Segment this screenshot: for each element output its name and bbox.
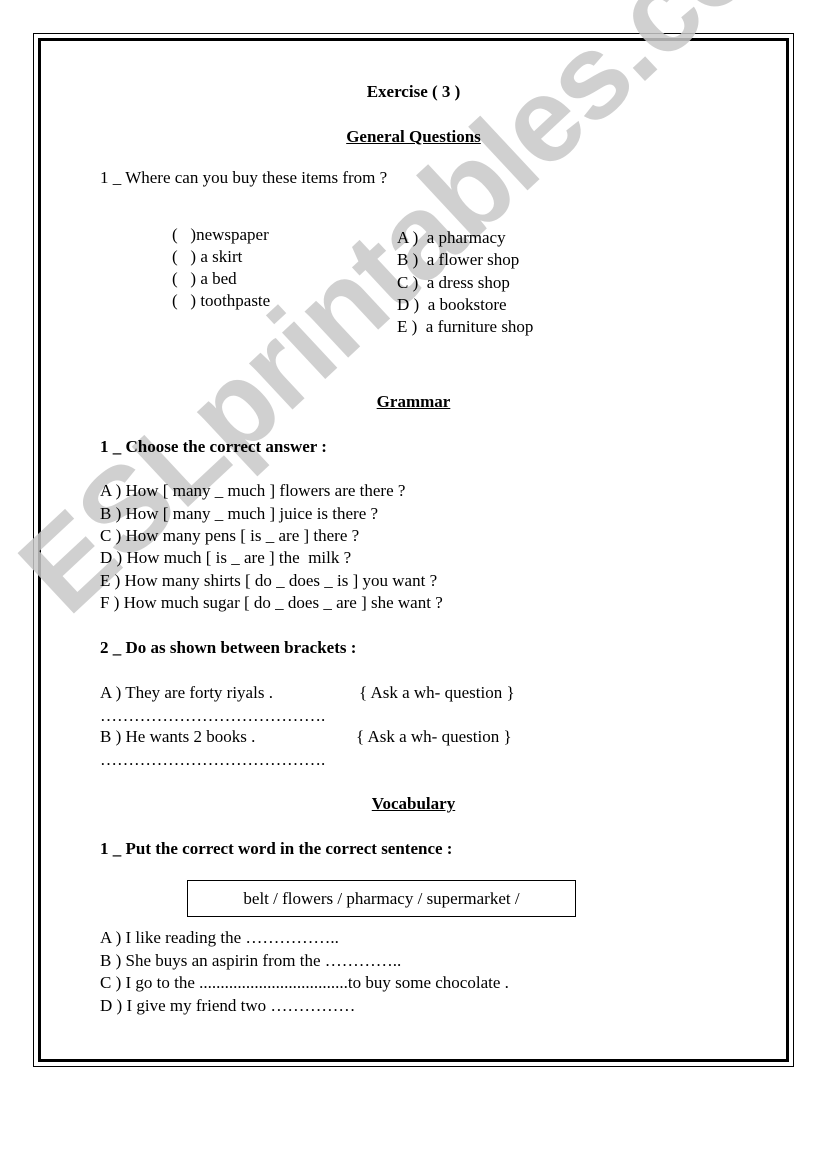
- transform-a-sentence: A ) They are forty riyals .: [100, 683, 273, 702]
- exercise-title: Exercise ( 3 ): [366, 82, 461, 101]
- item-newspaper: ( )newspaper: [172, 225, 269, 244]
- grammar-item-e: E ) How many shirts [ do _ does _ is ] y…: [100, 571, 438, 590]
- transform-b-instruction: { Ask a wh- question }: [356, 727, 512, 746]
- grammar-item-d: D ) How much [ is _ are ] the milk ?: [100, 548, 352, 567]
- item-skirt: ( ) a skirt: [172, 247, 243, 266]
- transform-b-answer-line[interactable]: ………………………………….: [100, 751, 325, 768]
- grammar-item-b: B ) How [ many _ much ] juice is there ?: [100, 504, 379, 523]
- option-b: B ) a flower shop: [397, 250, 520, 269]
- grammar-item-a: A ) How [ many _ much ] flowers are ther…: [100, 481, 406, 500]
- word-bank-box: belt / flowers / pharmacy / supermarket …: [187, 880, 576, 917]
- option-d: D ) a bookstore: [397, 295, 507, 314]
- option-e: E ) a furniture shop: [397, 317, 534, 336]
- option-c: C ) a dress shop: [397, 273, 510, 292]
- section-heading-general: General Questions: [346, 127, 481, 146]
- grammar-q1-prompt: 1 _ Choose the correct answer :: [100, 437, 327, 456]
- transform-a-instruction: { Ask a wh- question }: [359, 683, 515, 702]
- option-a: A ) a pharmacy: [397, 228, 506, 247]
- section-heading-vocabulary: Vocabulary: [371, 794, 456, 813]
- vocab-item-b: B ) She buys an aspirin from the …………..: [100, 951, 402, 970]
- worksheet: Exercise ( 3 ) General Questions 1 _ Whe…: [0, 0, 821, 1169]
- grammar-item-c: C ) How many pens [ is _ are ] there ?: [100, 526, 360, 545]
- transform-a-answer-line[interactable]: ………………………………….: [100, 707, 325, 724]
- grammar-q2-prompt: 2 _ Do as shown between brackets :: [100, 638, 357, 657]
- grammar-item-f: F ) How much sugar [ do _ does _ are ] s…: [100, 593, 443, 612]
- section-heading-grammar: Grammar: [376, 392, 451, 411]
- general-q1-prompt: 1 _ Where can you buy these items from ?: [100, 168, 388, 187]
- vocab-item-a: A ) I like reading the ……………..: [100, 928, 339, 947]
- item-toothpaste: ( ) toothpaste: [172, 291, 271, 310]
- transform-b-sentence: B ) He wants 2 books .: [100, 727, 256, 746]
- vocabulary-q1-prompt: 1 _ Put the correct word in the correct …: [100, 839, 453, 858]
- vocab-item-c: C ) I go to the ........................…: [100, 973, 509, 992]
- item-bed: ( ) a bed: [172, 269, 237, 288]
- vocab-item-d: D ) I give my friend two ……………: [100, 996, 356, 1015]
